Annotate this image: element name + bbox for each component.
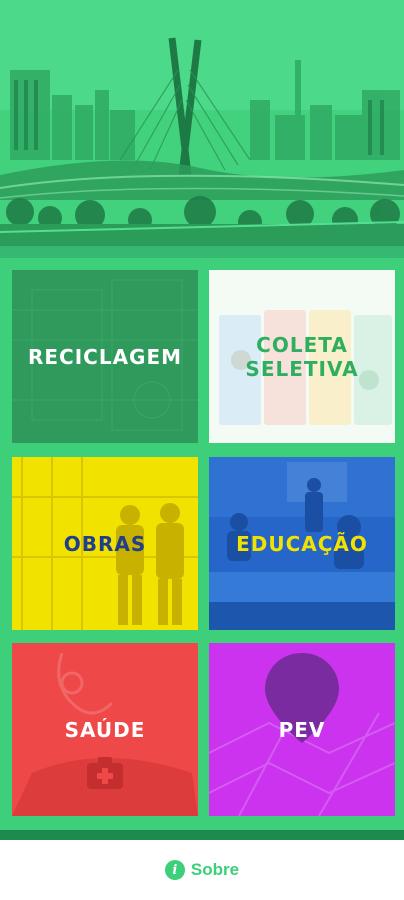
tile-label: OBRAS	[63, 531, 147, 556]
tile-educacao[interactable]: EDUCAÇÃO	[209, 457, 395, 630]
header-banner	[0, 0, 404, 246]
info-icon: i	[164, 860, 185, 880]
about-label: Sobre	[190, 860, 240, 879]
tile-label: COLETA SELETIVA	[245, 332, 359, 381]
tile-label: EDUCAÇÃO	[236, 531, 368, 556]
app-screen: RECICLAGEM COLETA SELETIVA OBRAS EDUCAÇÃ…	[0, 0, 404, 900]
tile-pev[interactable]: PEV	[209, 643, 395, 816]
tile-label: PEV	[278, 717, 326, 742]
tile-obras[interactable]: OBRAS	[12, 457, 198, 630]
about-button[interactable]: i Sobre	[164, 860, 240, 880]
tile-saude[interactable]: SAÚDE	[12, 643, 198, 816]
city-skyline-image	[0, 0, 404, 246]
tile-coleta-seletiva[interactable]: COLETA SELETIVA	[209, 270, 395, 443]
tile-label: RECICLAGEM	[27, 344, 183, 369]
bottom-divider	[0, 830, 404, 840]
header-divider	[0, 246, 404, 258]
footer: i Sobre	[0, 840, 404, 900]
tile-reciclagem[interactable]: RECICLAGEM	[12, 270, 198, 443]
tile-label: SAÚDE	[64, 717, 146, 742]
